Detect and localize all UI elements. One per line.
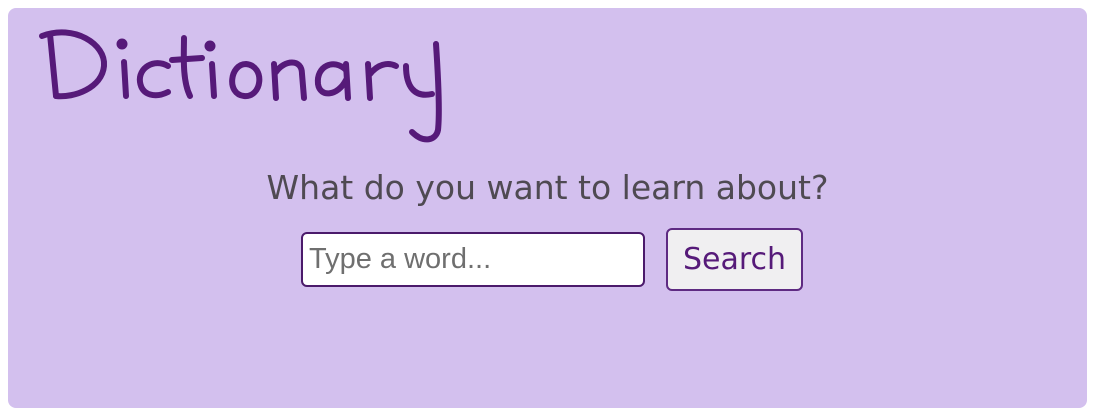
dictionary-logo	[34, 14, 444, 144]
search-form: Search	[8, 228, 1087, 294]
dictionary-wordmark	[39, 29, 442, 143]
search-prompt: What do you want to learn about?	[266, 168, 829, 207]
search-input[interactable]	[301, 232, 645, 287]
dictionary-card: What do you want to learn about? Search	[8, 8, 1087, 408]
search-button[interactable]: Search	[666, 228, 803, 291]
